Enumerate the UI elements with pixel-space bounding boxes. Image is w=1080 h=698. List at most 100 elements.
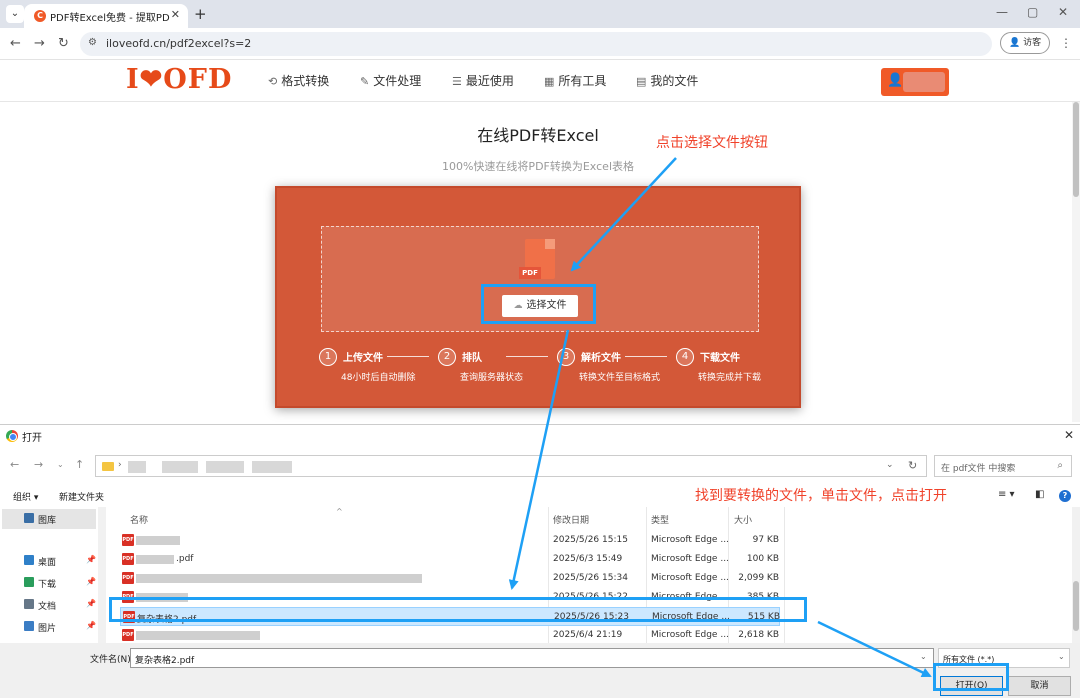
dialog-forward-icon[interactable]: →	[34, 458, 43, 471]
dialog-nav-row: ← → ⌄ ↑ › ⌄ ↻ 在 pdf文件 中搜索 ⌕	[0, 453, 1080, 479]
cancel-button[interactable]: 取消	[1008, 676, 1071, 696]
browser-tabbar: ⌄ C PDF转Excel免费 - 提取PDF表格 ✕ + — ▢ ✕	[0, 0, 1080, 28]
filename-input[interactable]: 复杂表格2.pdf	[130, 648, 934, 668]
filetype-dropdown-icon[interactable]: ⌄	[1058, 652, 1065, 661]
pin-icon: 📌	[86, 621, 96, 630]
step-connector	[387, 356, 429, 357]
nav-file-process[interactable]: ✎ 文件处理	[360, 72, 421, 89]
user-icon: 👤	[887, 73, 904, 88]
blurred-filename	[136, 631, 260, 640]
column-header-type[interactable]: 类型	[651, 513, 669, 526]
pdf-tag: PDF	[519, 267, 541, 279]
nav-recent[interactable]: ☰ 最近使用	[452, 72, 514, 89]
blurred-filename	[136, 574, 422, 583]
pdf-file-icon: PDF	[122, 534, 134, 546]
browser-tab-active[interactable]: C PDF转Excel免费 - 提取PDF表格 ✕	[24, 4, 188, 28]
page-scrollbar[interactable]	[1072, 102, 1080, 422]
reload-icon[interactable]: ↻	[58, 36, 69, 51]
desktop-icon	[24, 555, 34, 565]
dialog-recent-dropdown-icon[interactable]: ⌄	[57, 460, 64, 469]
pin-icon: 📌	[86, 599, 96, 608]
pictures-icon	[24, 621, 34, 631]
back-arrow-icon[interactable]: ←	[10, 36, 21, 51]
user-account-button[interactable]: 👤	[881, 68, 949, 96]
blurred-path-segment	[206, 461, 244, 473]
column-header-size[interactable]: 大小	[734, 513, 752, 526]
page-scrollbar-thumb[interactable]	[1073, 102, 1079, 197]
nav-all-tools[interactable]: ▦ 所有工具	[544, 72, 606, 89]
site-logo[interactable]: I❤OFD	[126, 64, 232, 95]
guest-label: 访客	[1023, 38, 1042, 48]
blurred-filename	[136, 536, 180, 545]
browser-toolbar: ← → ↻ ⚙ iloveofd.cn/pdf2excel?s=2 👤 访客 ⋮	[0, 28, 1080, 60]
sidebar-item-pictures[interactable]: 图片 📌	[0, 617, 96, 637]
sort-ascending-icon: ^	[336, 507, 343, 516]
pdf-file-icon: PDF	[122, 629, 134, 641]
url-text: iloveofd.cn/pdf2excel?s=2	[106, 37, 252, 50]
organize-button[interactable]: 组织 ▾	[13, 490, 38, 503]
new-tab-icon[interactable]: +	[194, 5, 207, 23]
blurred-filename	[136, 555, 174, 564]
page-subtitle: 100%快速在线将PDF转换为Excel表格	[441, 160, 635, 173]
column-separator[interactable]	[784, 507, 785, 643]
column-header-name[interactable]: 名称	[130, 513, 148, 526]
dialog-title: 打开	[22, 433, 42, 444]
file-row[interactable]: PDF 2025/5/26 15:15 Microsoft Edge ... 9…	[120, 531, 780, 550]
view-menu-icon[interactable]: ≡ ▾	[998, 489, 1015, 500]
highlight-open-button	[933, 663, 1009, 691]
address-bar[interactable]: ⚙ iloveofd.cn/pdf2excel?s=2	[80, 32, 992, 56]
dialog-titlebar: 打开 ✕	[0, 425, 1080, 447]
dialog-search-input[interactable]: 在 pdf文件 中搜索 ⌕	[934, 455, 1072, 477]
search-placeholder: 在 pdf文件 中搜索	[941, 464, 1016, 474]
file-list-scrollbar[interactable]	[1072, 507, 1080, 643]
pdf-file-icon: PDF	[122, 553, 134, 565]
sidebar-item-downloads[interactable]: 下载 📌	[0, 573, 96, 593]
new-folder-button[interactable]: 新建文件夹	[59, 490, 104, 503]
file-list: ^ 名称 修改日期 类型 大小 PDF 2025/5/26 15:15 Micr…	[108, 507, 1072, 643]
filename-dropdown-icon[interactable]: ⌄	[920, 652, 927, 661]
breadcrumb-separator-icon: ›	[118, 460, 122, 470]
maximize-icon[interactable]: ▢	[1027, 5, 1038, 19]
blurred-path-segment	[252, 461, 292, 473]
refresh-icon[interactable]: ↻	[908, 459, 917, 472]
file-row[interactable]: PDF .pdf 2025/6/3 15:49 Microsoft Edge .…	[120, 550, 780, 569]
nav-format-convert[interactable]: ⟲ 格式转换	[268, 72, 329, 89]
file-open-dialog: 打开 ✕ ← → ⌄ ↑ › ⌄ ↻ 在 pdf文件 中搜索 ⌕ 组织 ▾ 新建…	[0, 424, 1080, 698]
step-connector	[625, 356, 667, 357]
sidebar-item-documents[interactable]: 文档 📌	[0, 595, 96, 615]
sidebar-item-desktop[interactable]: 桌面 📌	[0, 551, 96, 571]
dialog-footer: 文件名(N): 复杂表格2.pdf ⌄ 所有文件 (*.*) ⌄ 打开(O) 取…	[0, 643, 1080, 698]
dialog-up-icon[interactable]: ↑	[75, 458, 84, 471]
path-breadcrumb[interactable]: › ⌄ ↻	[95, 455, 927, 477]
dialog-close-icon[interactable]: ✕	[1064, 428, 1074, 442]
column-header-date[interactable]: 修改日期	[553, 513, 589, 526]
pin-icon: 📌	[86, 577, 96, 586]
dialog-back-icon[interactable]: ←	[10, 458, 19, 471]
nav-my-files[interactable]: ▤ 我的文件	[636, 72, 698, 89]
tab-title: PDF转Excel免费 - 提取PDF表格	[50, 13, 170, 24]
site-info-icon[interactable]: ⚙	[88, 37, 97, 48]
documents-icon	[24, 599, 34, 609]
forward-arrow-icon[interactable]: →	[34, 36, 45, 51]
search-icon: ⌕	[1057, 460, 1063, 471]
close-window-icon[interactable]: ✕	[1058, 5, 1068, 19]
tab-search-menu-button[interactable]: ⌄	[6, 5, 24, 23]
browser-menu-icon[interactable]: ⋮	[1060, 36, 1072, 50]
guest-profile-button[interactable]: 👤 访客	[1000, 32, 1050, 54]
sidebar-item-gallery[interactable]: 图库	[2, 509, 96, 529]
format-convert-icon: ⟲	[268, 75, 278, 88]
help-icon[interactable]: ?	[1059, 490, 1071, 502]
navigation-pane-scrollbar[interactable]	[98, 507, 106, 643]
download-icon	[24, 577, 34, 587]
file-process-icon: ✎	[360, 75, 370, 88]
blurred-path-segment	[162, 461, 198, 473]
file-row[interactable]: PDF 2025/5/26 15:34 Microsoft Edge ... 2…	[120, 569, 780, 588]
tab-close-icon[interactable]: ✕	[171, 8, 180, 21]
highlight-select-button	[481, 284, 596, 324]
my-files-icon: ▤	[636, 75, 647, 88]
file-list-scrollbar-thumb[interactable]	[1073, 581, 1079, 631]
filename-label: 文件名(N):	[90, 655, 134, 665]
minimize-icon[interactable]: —	[996, 5, 1008, 19]
preview-pane-icon[interactable]: ◧	[1035, 489, 1044, 500]
path-dropdown-icon[interactable]: ⌄	[886, 460, 894, 470]
